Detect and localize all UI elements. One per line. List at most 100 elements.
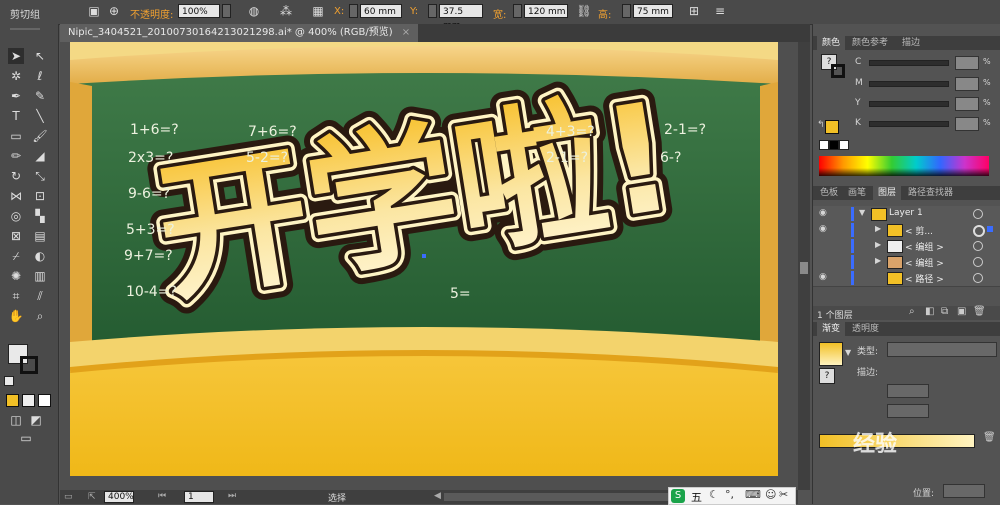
tab-transparency[interactable]: 透明度 [847,322,884,336]
draw-inside-icon[interactable]: ◩ [28,412,44,428]
last-artboard-icon[interactable]: ⏭ [228,491,236,501]
mesh-tool-icon[interactable]: ⊠ [8,228,24,244]
gradient-dropdown-icon[interactable]: ▼ [845,348,851,357]
gradient-type-select[interactable] [887,342,997,357]
slice-tool-icon[interactable]: ⫽ [32,288,48,304]
width-input[interactable]: 120 mm [524,4,568,18]
stroke-swatch[interactable] [20,356,38,374]
scroll-left-icon[interactable]: ◀ [434,491,441,501]
y-input[interactable]: 37.5 mm [439,4,483,31]
expand-right-icon[interactable]: ▶ [875,256,881,265]
shape-builder-tool-icon[interactable]: ◎ [8,208,24,224]
gradient-help-icon[interactable]: ? [819,368,835,384]
pen-tool-icon[interactable]: ✒ [8,88,24,104]
scale-tool-icon[interactable]: ⤡ [32,168,48,184]
screen-mode-icon[interactable]: ▭ [18,430,34,446]
keyboard-icon[interactable]: ⌨ [745,488,761,501]
tab-color[interactable]: 颜色 [817,36,846,50]
panel-menu-icon[interactable]: ≡ [712,3,728,19]
ime-toolbar[interactable]: S 五 ☾ °, ⌨ ☺ ✂ [668,487,796,505]
settings-icon[interactable]: ✂ [779,488,788,501]
expand-right-icon[interactable]: ▶ [875,240,881,249]
x-input[interactable]: 60 mm [360,4,402,18]
close-tab-icon[interactable]: × [402,27,410,38]
ime-mode[interactable]: 五 [691,489,702,505]
first-artboard-icon[interactable]: ⏮ [158,491,166,501]
rectangle-tool-icon[interactable]: ▭ [8,128,24,144]
line-tool-icon[interactable]: ╲ [32,108,48,124]
layer-row[interactable]: ▶ < 编组 > [813,254,1000,271]
expand-right-icon[interactable]: ▶ [875,224,881,233]
x-stepper[interactable] [349,4,358,18]
column-graph-tool-icon[interactable]: ▥ [32,268,48,284]
vertical-scrollbar[interactable] [798,42,810,490]
free-transform-tool-icon[interactable]: ⊡ [32,188,48,204]
curvature-tool-icon[interactable]: ✎ [32,88,48,104]
y-stepper[interactable] [428,4,437,18]
zoom-input[interactable]: 400% [104,491,134,503]
visibility-eye-icon[interactable]: ◉ [819,208,827,218]
gradient-mode-icon[interactable] [22,394,35,407]
channel-k-slider[interactable] [869,121,949,127]
isolate-icon[interactable]: ⊕ [106,3,122,19]
height-input[interactable]: 75 mm [633,4,673,18]
channel-y-slider[interactable] [869,101,949,107]
locate-object-icon[interactable]: ⌕ [909,306,915,317]
transform-ref-icon[interactable]: ⁂ [278,3,294,19]
artboard-number-input[interactable]: 1 [184,491,214,503]
tab-color-guide[interactable]: 颜色参考 [847,36,893,50]
layer-row[interactable]: ◉ < 路径 > [813,270,1000,287]
zoom-tool-icon[interactable]: ⌕ [32,308,48,324]
gradient-position-input[interactable] [943,484,985,498]
draw-mode-icon[interactable]: ◫ [8,412,24,428]
layer-row[interactable]: ◉ ▶ < 剪... [813,222,1000,239]
hand-tool-icon[interactable]: ✋ [8,308,24,324]
none-color-icon[interactable] [819,140,829,150]
perspective-grid-tool-icon[interactable]: ▚ [32,208,48,224]
active-color-swatch[interactable] [825,120,839,134]
document-tab[interactable]: Nipic_3404521_20100730164213021298.ai* @… [60,24,419,42]
gradient-aspect-input[interactable] [887,404,929,418]
default-colors-icon[interactable] [4,376,14,386]
export-icon[interactable]: ⇱ [88,492,96,502]
target-icon[interactable] [973,225,985,237]
tab-swatches[interactable]: 色板 [815,186,843,200]
moon-icon[interactable]: ☾ [709,488,719,501]
new-layer-icon[interactable]: ▣ [957,306,966,317]
white-color-icon[interactable] [839,140,849,150]
tab-layers[interactable]: 图层 [873,186,902,200]
eyedropper-tool-icon[interactable]: ⌿ [8,248,24,264]
channel-y-input[interactable] [955,97,979,111]
opacity-input[interactable]: 100% [178,4,220,18]
black-color-icon[interactable] [829,140,839,150]
artboard[interactable]: 开学啦! 开学啦! 开学啦! 开学啦! 1+6=? 2x3=? 9-6=? 5+… [70,42,778,476]
visibility-eye-icon[interactable]: ◉ [819,272,827,282]
paintbrush-tool-icon[interactable]: 🖌 [32,128,48,144]
width-stepper[interactable] [513,4,522,18]
channel-m-input[interactable] [955,77,979,91]
new-sublayer-icon[interactable]: ⧉ [941,306,948,317]
transform-icon[interactable]: ⊞ [686,3,702,19]
layer-row[interactable]: ◉ ▼ Layer 1 [813,206,1000,223]
channel-m-slider[interactable] [869,81,949,87]
make-clipping-mask-icon[interactable]: ◧ [925,306,934,317]
link-icon[interactable]: ⛓ [576,3,592,19]
pencil-tool-icon[interactable]: ✏ [8,148,24,164]
channel-k-input[interactable] [955,117,979,131]
direct-selection-tool-icon[interactable]: ↖ [32,48,48,64]
width-tool-icon[interactable]: ⋈ [8,188,24,204]
gradient-angle-input[interactable] [887,384,929,398]
height-stepper[interactable] [622,4,631,18]
tab-pathfinder[interactable]: 路径查找器 [903,186,958,200]
type-tool-icon[interactable]: T [8,108,24,124]
color-mode-icon[interactable] [6,394,19,407]
opacity-dropdown[interactable] [222,4,231,18]
gradient-tool-icon[interactable]: ▤ [32,228,48,244]
stroke-indicator[interactable] [831,64,845,78]
magic-wand-tool-icon[interactable]: ✲ [8,68,24,84]
target-icon[interactable] [973,257,983,267]
recolor-icon[interactable]: ◍ [246,3,262,19]
channel-c-input[interactable] [955,56,979,70]
symbol-sprayer-tool-icon[interactable]: ✺ [8,268,24,284]
tab-gradient[interactable]: 渐变 [817,322,846,336]
